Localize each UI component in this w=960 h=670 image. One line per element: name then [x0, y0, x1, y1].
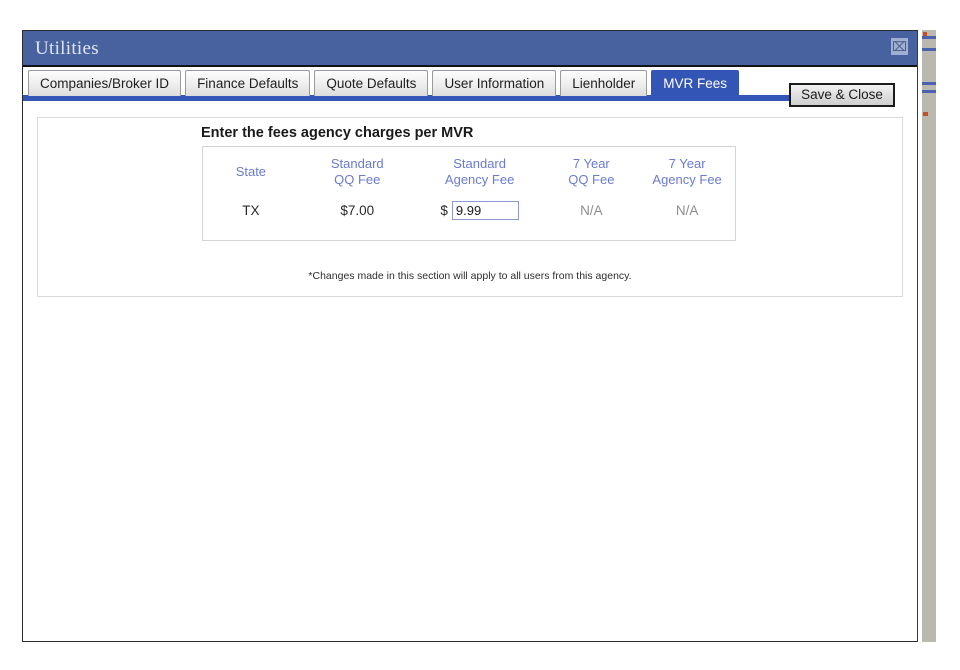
close-icon[interactable]: ⌧ [891, 38, 908, 55]
cell-standard-qq-fee: $7.00 [299, 192, 416, 234]
cell-7-year-qq-fee: N/A [543, 192, 639, 234]
tab-list: Companies/Broker ID Finance Defaults Quo… [28, 70, 743, 96]
mvr-fees-panel: Enter the fees agency charges per MVR St… [37, 117, 903, 297]
tab-finance-defaults[interactable]: Finance Defaults [185, 70, 310, 96]
header-line-2: Agency Fee [416, 172, 544, 188]
header-line-2: Agency Fee [639, 172, 735, 188]
fee-table-body: TX $7.00 $ N/A N/A [203, 192, 735, 234]
column-header-standard-agency-fee: Standard Agency Fee [416, 147, 544, 192]
table-header-row: State Standard QQ Fee Standard Agency Fe… [203, 147, 735, 192]
background-page-strip [922, 30, 936, 642]
column-header-standard-qq-fee: Standard QQ Fee [299, 147, 416, 192]
background-line [922, 90, 936, 93]
cell-state: TX [203, 192, 299, 234]
section-heading: Enter the fees agency charges per MVR [201, 125, 473, 141]
tab-quote-defaults[interactable]: Quote Defaults [314, 70, 428, 96]
fee-table: State Standard QQ Fee Standard Agency Fe… [203, 147, 735, 234]
background-line [922, 82, 936, 85]
background-line [922, 36, 936, 39]
cell-7-year-agency-fee: N/A [639, 192, 735, 234]
cell-standard-agency-fee: $ [416, 192, 544, 234]
currency-input-group: $ [440, 201, 519, 220]
tab-lienholder[interactable]: Lienholder [560, 70, 647, 96]
header-line-1: Standard [299, 156, 416, 172]
standard-agency-fee-input[interactable] [452, 201, 519, 220]
header-line-2: QQ Fee [543, 172, 639, 188]
column-header-7-year-agency-fee: 7 Year Agency Fee [639, 147, 735, 192]
header-line-1: 7 Year [639, 156, 735, 172]
save-and-close-button[interactable]: Save & Close [789, 83, 895, 107]
tab-companies-broker-id[interactable]: Companies/Broker ID [28, 70, 181, 96]
section-footnote: *Changes made in this section will apply… [38, 270, 902, 282]
header-line-1: State [203, 164, 299, 180]
column-header-7-year-qq-fee: 7 Year QQ Fee [543, 147, 639, 192]
dollar-sign-label: $ [440, 203, 448, 218]
screen: Utilities ⌧ Companies/Broker ID Finance … [0, 0, 960, 670]
header-line-2: QQ Fee [299, 172, 416, 188]
dialog-titlebar: Utilities ⌧ [23, 31, 917, 67]
fee-table-head: State Standard QQ Fee Standard Agency Fe… [203, 147, 735, 192]
column-header-state: State [203, 147, 299, 192]
utilities-dialog: Utilities ⌧ Companies/Broker ID Finance … [22, 30, 918, 642]
background-marker [923, 112, 928, 116]
header-line-1: Standard [416, 156, 544, 172]
header-line-1: 7 Year [543, 156, 639, 172]
dialog-title: Utilities [35, 38, 99, 60]
tab-user-information[interactable]: User Information [432, 70, 556, 96]
mvr-fee-table: State Standard QQ Fee Standard Agency Fe… [202, 146, 736, 241]
background-line [922, 48, 936, 51]
tab-mvr-fees[interactable]: MVR Fees [651, 70, 739, 96]
table-row: TX $7.00 $ N/A N/A [203, 192, 735, 234]
tab-bar: Companies/Broker ID Finance Defaults Quo… [23, 67, 917, 103]
